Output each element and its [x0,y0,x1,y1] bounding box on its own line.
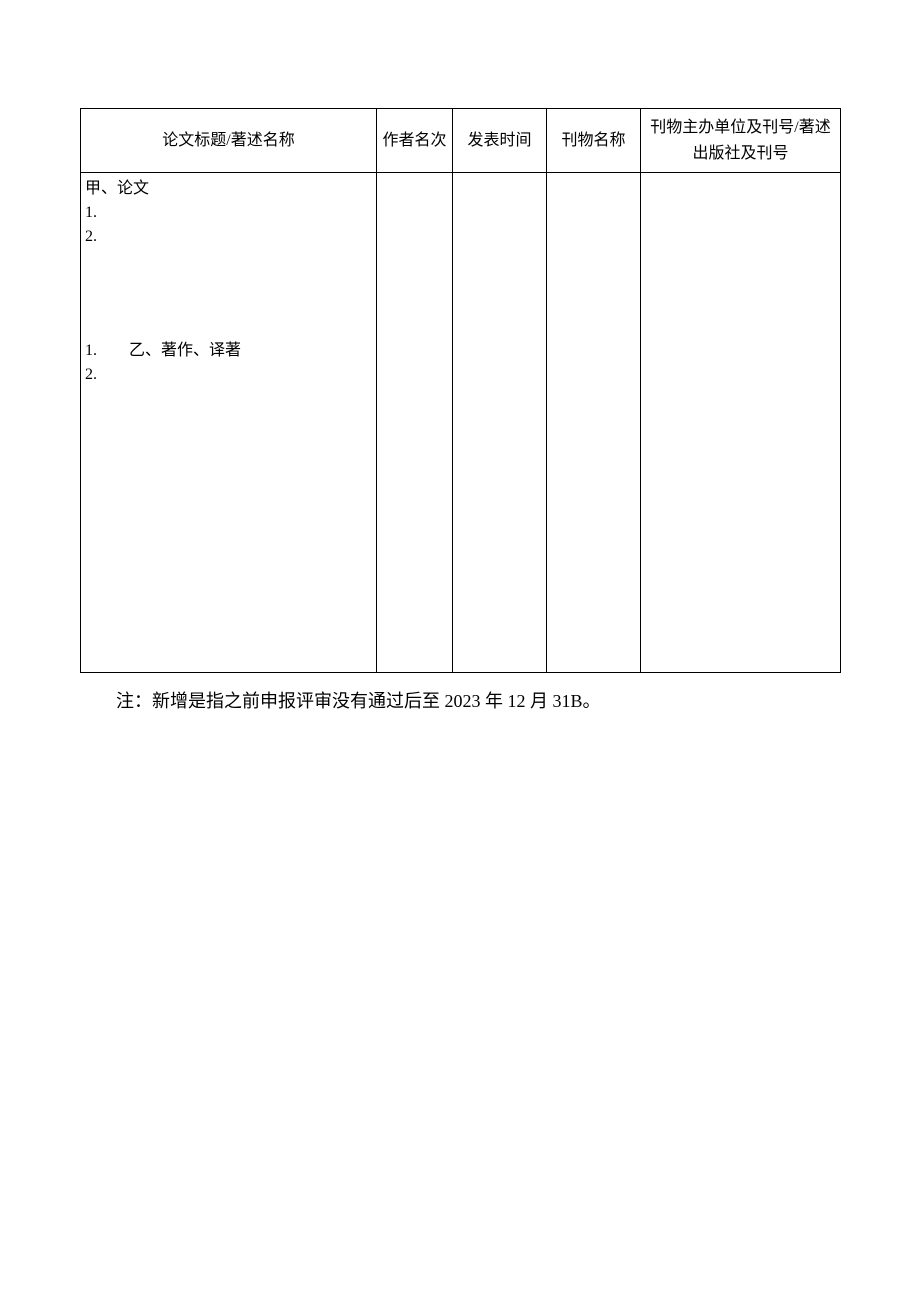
table-header-row: 论文标题/著述名称 作者名次 发表时间 刊物名称 刊物主办单位及刊号/著述出版社… [81,109,841,173]
table-body: 甲、论文 1. 2. 1. 乙、著作、译著 2. [81,173,841,673]
section-papers: 甲、论文 1. 2. [85,177,372,249]
table-row: 甲、论文 1. 2. 1. 乙、著作、译著 2. [81,173,841,673]
list-item: 2. [85,225,372,249]
cell-author-rank [377,173,453,673]
list-item-prefix: 1. [85,339,125,363]
cell-title-body: 甲、论文 1. 2. 1. 乙、著作、译著 2. [81,173,377,673]
header-journal-name: 刊物名称 [547,109,641,173]
header-title: 论文标题/著述名称 [81,109,377,173]
footnote: 注：新增是指之前申报评审没有通过后至 2023 年 12 月 31B。 [80,685,840,717]
header-author-rank: 作者名次 [377,109,453,173]
cell-publish-date [453,173,547,673]
footnote-label: 注： [116,691,152,711]
footnote-text: 新增是指之前申报评审没有通过后至 2023 年 12 月 31B。 [152,691,601,711]
cell-publisher [641,173,841,673]
section-a-heading: 甲、论文 [85,177,372,201]
section-b-heading: 乙、著作、译著 [129,342,241,359]
header-publisher: 刊物主办单位及刊号/著述出版社及刊号 [641,109,841,173]
publications-table: 论文标题/著述名称 作者名次 发表时间 刊物名称 刊物主办单位及刊号/著述出版社… [80,108,841,673]
list-item: 2. [85,363,372,387]
header-publish-date: 发表时间 [453,109,547,173]
section-b-heading-row: 1. 乙、著作、译著 [85,339,372,363]
cell-journal-name [547,173,641,673]
document-page: 论文标题/著述名称 作者名次 发表时间 刊物名称 刊物主办单位及刊号/著述出版社… [80,108,840,718]
table-header: 论文标题/著述名称 作者名次 发表时间 刊物名称 刊物主办单位及刊号/著述出版社… [81,109,841,173]
section-works: 1. 乙、著作、译著 2. [85,339,372,387]
list-item: 1. [85,201,372,225]
